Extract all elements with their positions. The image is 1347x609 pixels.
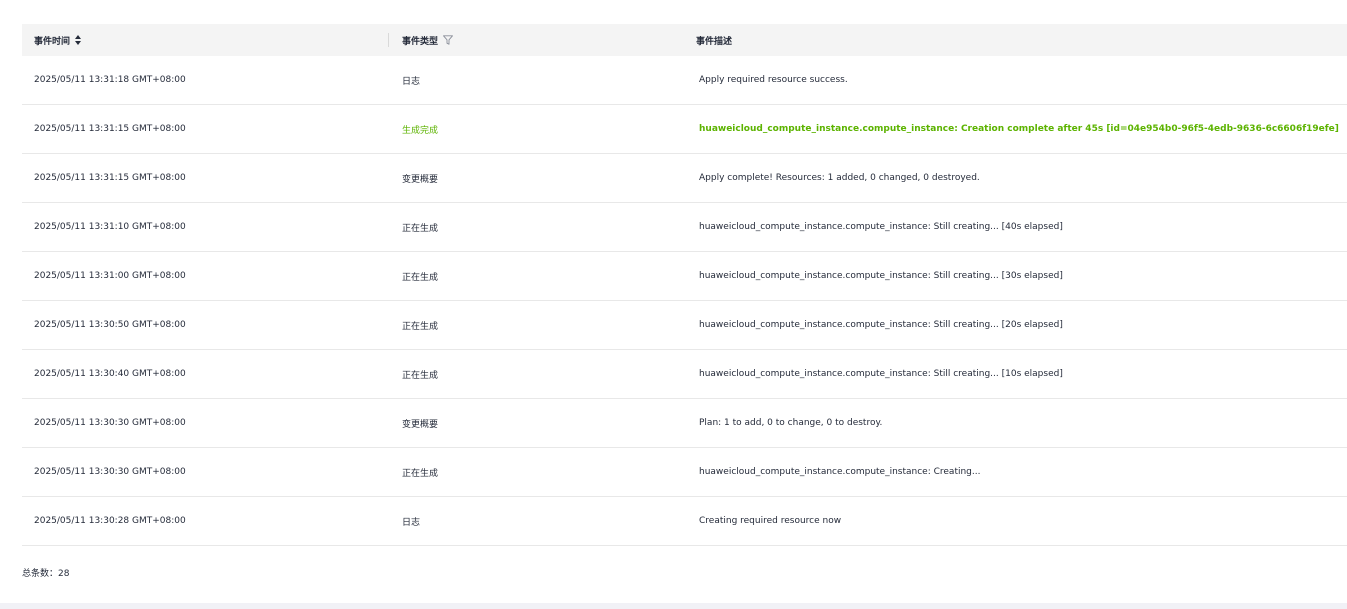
- event-time-cell: 2025/05/11 13:30:30 GMT+08:00: [34, 467, 186, 477]
- event-description-cell: huaweicloud_compute_instance.compute_ins…: [699, 124, 1339, 134]
- header-event-description-label: 事件描述: [696, 36, 733, 47]
- header-event-type-label: 事件类型: [402, 36, 439, 47]
- event-time-cell: 2025/05/11 13:31:18 GMT+08:00: [34, 75, 186, 85]
- event-description-cell: Plan: 1 to add, 0 to change, 0 to destro…: [699, 418, 883, 428]
- pagination-total: 总条数：28: [22, 566, 70, 579]
- event-description-cell: huaweicloud_compute_instance.compute_ins…: [699, 467, 981, 477]
- event-description-cell: huaweicloud_compute_instance.compute_ins…: [699, 222, 1063, 232]
- event-time-cell: 2025/05/11 13:30:30 GMT+08:00: [34, 418, 186, 428]
- header-event-description: 事件描述: [696, 24, 732, 56]
- event-time-cell: 2025/05/11 13:31:15 GMT+08:00: [34, 124, 186, 134]
- table-row: 2025/05/11 13:31:18 GMT+08:00 日志 Apply req…: [22, 56, 1347, 105]
- event-description-cell: Creating required resource now: [699, 516, 842, 526]
- event-type-cell: 正在生成: [402, 468, 439, 479]
- table-row: 2025/05/11 13:31:15 GMT+08:00 生成完成 huaweic…: [22, 105, 1347, 154]
- sort-icon[interactable]: [75, 35, 82, 45]
- event-type-cell: 正在生成: [402, 321, 439, 332]
- table-row: 2025/05/11 13:31:15 GMT+08:00 变更概要 Apply c…: [22, 154, 1347, 203]
- event-description-cell: Apply required resource success.: [699, 75, 848, 85]
- event-description-cell: huaweicloud_compute_instance.compute_ins…: [699, 271, 1063, 281]
- total-count-label: 总条数：28: [22, 568, 70, 579]
- event-type-cell: 正在生成: [402, 370, 439, 381]
- event-description-cell: Apply complete! Resources: 1 added, 0 ch…: [699, 173, 980, 183]
- event-time-cell: 2025/05/11 13:30:28 GMT+08:00: [34, 516, 186, 526]
- event-time-cell: 2025/05/11 13:31:00 GMT+08:00: [34, 271, 186, 281]
- event-description-cell: huaweicloud_compute_instance.compute_ins…: [699, 320, 1063, 330]
- table-row: 2025/05/11 13:30:40 GMT+08:00 正在生成 huaweic…: [22, 350, 1347, 399]
- event-time-cell: 2025/05/11 13:30:50 GMT+08:00: [34, 320, 186, 330]
- header-event-time[interactable]: 事件时间: [34, 24, 82, 56]
- event-type-cell: 正在生成: [402, 272, 439, 283]
- event-type-cell: 正在生成: [402, 223, 439, 234]
- table-row: 2025/05/11 13:31:00 GMT+08:00 正在生成 huaweic…: [22, 252, 1347, 301]
- column-divider: [388, 33, 389, 47]
- header-event-type: 事件类型: [402, 24, 453, 56]
- table-row: 2025/05/11 13:30:50 GMT+08:00 正在生成 huaweic…: [22, 301, 1347, 350]
- event-description-cell: huaweicloud_compute_instance.compute_ins…: [699, 369, 1063, 379]
- page-bottom-band: [0, 603, 1347, 609]
- event-type-cell: 变更概要: [402, 174, 439, 185]
- event-time-cell: 2025/05/11 13:31:10 GMT+08:00: [34, 222, 186, 232]
- table-row: 2025/05/11 13:31:10 GMT+08:00 正在生成 huaweic…: [22, 203, 1347, 252]
- event-type-cell: 日志: [402, 517, 421, 528]
- table-row: 2025/05/11 13:30:28 GMT+08:00 日志 Creating …: [22, 497, 1347, 546]
- event-time-cell: 2025/05/11 13:31:15 GMT+08:00: [34, 173, 186, 183]
- event-type-cell: 日志: [402, 76, 421, 87]
- table-row: 2025/05/11 13:30:30 GMT+08:00 正在生成 huaweic…: [22, 448, 1347, 497]
- filter-icon[interactable]: [443, 35, 453, 45]
- table-body: 2025/05/11 13:31:18 GMT+08:00 日志 Apply req…: [22, 56, 1347, 546]
- header-event-time-label: 事件时间: [34, 36, 71, 47]
- event-time-cell: 2025/05/11 13:30:40 GMT+08:00: [34, 369, 186, 379]
- table-header: 事件时间 事件类型 事件描述: [22, 24, 1347, 56]
- event-type-cell: 变更概要: [402, 419, 439, 430]
- table-row: 2025/05/11 13:30:30 GMT+08:00 变更概要 Plan: 1…: [22, 399, 1347, 448]
- events-table: 事件时间 事件类型 事件描述 2025/05/11 13:31:18 GMT+0…: [22, 24, 1347, 546]
- event-type-cell: 生成完成: [402, 125, 439, 136]
